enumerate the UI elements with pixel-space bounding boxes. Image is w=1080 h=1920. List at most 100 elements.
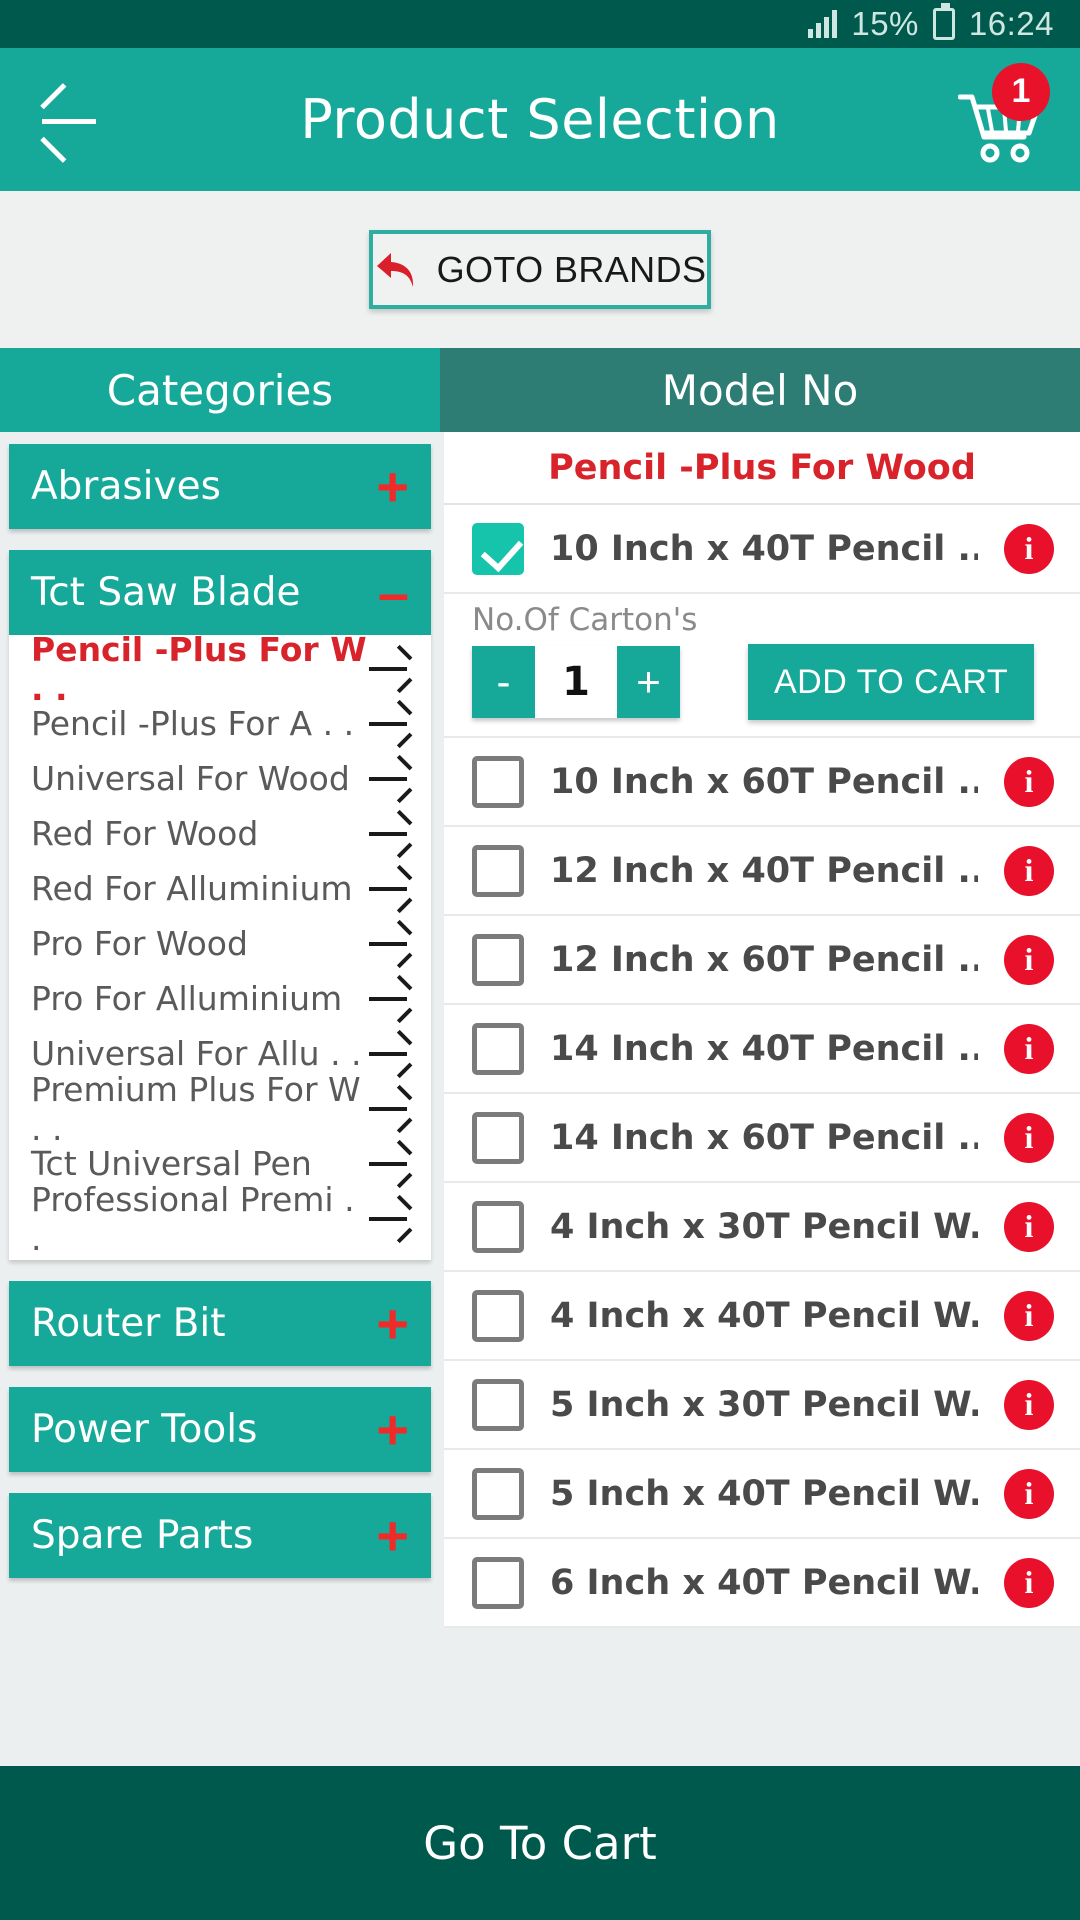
add-to-cart-button[interactable]: ADD TO CART: [748, 644, 1035, 720]
models-pane[interactable]: Pencil -Plus For Wood 10 Inch x 40T Penc…: [440, 432, 1080, 1766]
info-icon[interactable]: i: [1004, 1468, 1054, 1519]
subcategory-item[interactable]: Pro For Wood: [9, 916, 431, 971]
subcategory-label: Pencil -Plus For W . .: [31, 629, 367, 708]
app-bar: Product Selection 1: [0, 48, 1080, 191]
product-checkbox[interactable]: [472, 755, 524, 808]
info-icon[interactable]: i: [1004, 1112, 1054, 1163]
quantity-input[interactable]: 1: [535, 646, 617, 718]
subcategory-label: Tct Universal Pen: [31, 1144, 312, 1183]
product-checkbox[interactable]: [472, 1467, 524, 1520]
page-title: Product Selection: [300, 88, 780, 151]
arrow-right-icon: [369, 1149, 413, 1188]
product-row[interactable]: 10 Inch x 40T Pencil ... i: [444, 505, 1080, 594]
quantity-section: No.Of Carton's - 1 + ADD TO CART: [444, 594, 1080, 738]
info-icon[interactable]: i: [1004, 1201, 1054, 1252]
category-spare-parts[interactable]: Spare Parts +: [9, 1493, 431, 1578]
battery-percent-label: 15%: [851, 5, 919, 42]
category-tct-saw-blade[interactable]: Tct Saw Blade –: [9, 550, 431, 635]
quantity-decrement-button[interactable]: -: [472, 646, 535, 718]
product-row[interactable]: 5 Inch x 30T Pencil W... i: [444, 1361, 1080, 1450]
product-row[interactable]: 14 Inch x 40T Pencil ... i: [444, 1005, 1080, 1094]
info-icon[interactable]: i: [1004, 845, 1054, 896]
categories-pane[interactable]: Abrasives + Tct Saw Blade – Pencil -Plus…: [0, 432, 440, 1766]
product-name: 5 Inch x 30T Pencil W...: [550, 1384, 978, 1425]
arrow-right-icon: [369, 874, 413, 913]
arrow-right-icon: [369, 1094, 413, 1133]
product-checkbox[interactable]: [472, 844, 524, 897]
expand-plus-icon[interactable]: +: [376, 1507, 409, 1563]
subcategory-item[interactable]: Professional Premi . .: [9, 1180, 431, 1258]
product-name: 5 Inch x 40T Pencil W...: [550, 1473, 978, 1514]
product-checkbox[interactable]: [472, 1111, 524, 1164]
shopping-cart-button[interactable]: 1: [954, 62, 1050, 163]
product-name: 12 Inch x 40T Pencil ...: [550, 850, 978, 891]
battery-charging-icon: ⚡: [932, 3, 955, 40]
arrow-right-icon: [369, 654, 413, 693]
product-row[interactable]: 5 Inch x 40T Pencil W... i: [444, 1450, 1080, 1539]
subcategory-label: Universal For Wood: [31, 759, 350, 798]
quantity-stepper: - 1 +: [472, 646, 680, 718]
product-row[interactable]: 10 Inch x 60T Pencil ... i: [444, 738, 1080, 827]
category-power-tools[interactable]: Power Tools +: [9, 1387, 431, 1472]
product-checkbox[interactable]: [472, 1022, 524, 1075]
subcategory-item[interactable]: Red For Alluminium: [9, 861, 431, 916]
product-row[interactable]: 4 Inch x 30T Pencil W... i: [444, 1183, 1080, 1272]
subcategory-list: Pencil -Plus For W . . Pencil -Plus For …: [9, 630, 431, 1260]
product-row[interactable]: 12 Inch x 40T Pencil ... i: [444, 827, 1080, 916]
quantity-increment-button[interactable]: +: [617, 646, 680, 718]
product-checkbox[interactable]: [472, 522, 524, 575]
product-checkbox[interactable]: [472, 933, 524, 986]
content-panes: Abrasives + Tct Saw Blade – Pencil -Plus…: [0, 432, 1080, 1766]
product-row[interactable]: 12 Inch x 60T Pencil ... i: [444, 916, 1080, 1005]
cart-count-badge: 1: [992, 62, 1050, 121]
info-icon[interactable]: i: [1004, 1379, 1054, 1430]
category-label: Tct Saw Blade: [31, 570, 301, 615]
subcategory-label: Universal For Allu . .: [31, 1034, 362, 1073]
info-icon[interactable]: i: [1004, 1023, 1054, 1074]
arrow-right-icon: [369, 984, 413, 1023]
info-icon[interactable]: i: [1004, 756, 1054, 807]
product-name: 4 Inch x 30T Pencil W...: [550, 1206, 978, 1247]
arrow-right-icon: [369, 1204, 413, 1243]
expand-plus-icon[interactable]: +: [376, 458, 409, 514]
tab-categories-label: Categories: [106, 365, 334, 415]
collapse-minus-icon[interactable]: –: [378, 564, 409, 620]
clock-label: 16:24: [968, 5, 1054, 42]
info-icon[interactable]: i: [1004, 1557, 1054, 1608]
subcategory-label: Premium Plus For W . .: [31, 1069, 361, 1148]
info-icon[interactable]: i: [1004, 523, 1054, 574]
status-bar: 15% ⚡ 16:24: [0, 0, 1080, 48]
info-icon[interactable]: i: [1004, 1290, 1054, 1341]
info-icon[interactable]: i: [1004, 934, 1054, 985]
back-arrow-icon[interactable]: [34, 85, 104, 163]
goto-brands-button[interactable]: GOTO BRANDS: [369, 230, 711, 309]
subcategory-item[interactable]: Pro For Alluminium: [9, 971, 431, 1026]
category-label: Router Bit: [31, 1301, 226, 1346]
product-name: 4 Inch x 40T Pencil W...: [550, 1295, 978, 1336]
go-to-cart-bar[interactable]: Go To Cart: [0, 1766, 1080, 1920]
product-checkbox[interactable]: [472, 1200, 524, 1253]
subcategory-label: Red For Wood: [31, 814, 259, 853]
subcategory-item[interactable]: Pencil -Plus For A . .: [9, 696, 431, 751]
tab-categories[interactable]: Categories: [0, 348, 440, 432]
category-router-bit[interactable]: Router Bit +: [9, 1281, 431, 1366]
subcategory-item[interactable]: Red For Wood: [9, 806, 431, 861]
subcategory-label: Red For Alluminium: [31, 869, 353, 908]
product-checkbox[interactable]: [472, 1556, 524, 1609]
expand-plus-icon[interactable]: +: [376, 1295, 409, 1351]
product-row[interactable]: 6 Inch x 40T Pencil W... i: [444, 1539, 1080, 1628]
go-to-cart-label: Go To Cart: [423, 1816, 657, 1870]
subcategory-item[interactable]: Pencil -Plus For W . .: [9, 630, 431, 708]
product-name: 6 Inch x 40T Pencil W...: [550, 1562, 978, 1603]
subcategory-item[interactable]: Premium Plus For W . .: [9, 1070, 431, 1148]
expand-plus-icon[interactable]: +: [376, 1401, 409, 1457]
subcategory-item[interactable]: Universal For Wood: [9, 751, 431, 806]
product-row[interactable]: 14 Inch x 60T Pencil ... i: [444, 1094, 1080, 1183]
category-abrasives[interactable]: Abrasives +: [9, 444, 431, 529]
tab-model-no[interactable]: Model No: [440, 348, 1080, 432]
product-checkbox[interactable]: [472, 1378, 524, 1431]
category-label: Abrasives: [31, 464, 221, 509]
undo-arrow-icon: [376, 252, 413, 287]
product-row[interactable]: 4 Inch x 40T Pencil W... i: [444, 1272, 1080, 1361]
product-checkbox[interactable]: [472, 1289, 524, 1342]
